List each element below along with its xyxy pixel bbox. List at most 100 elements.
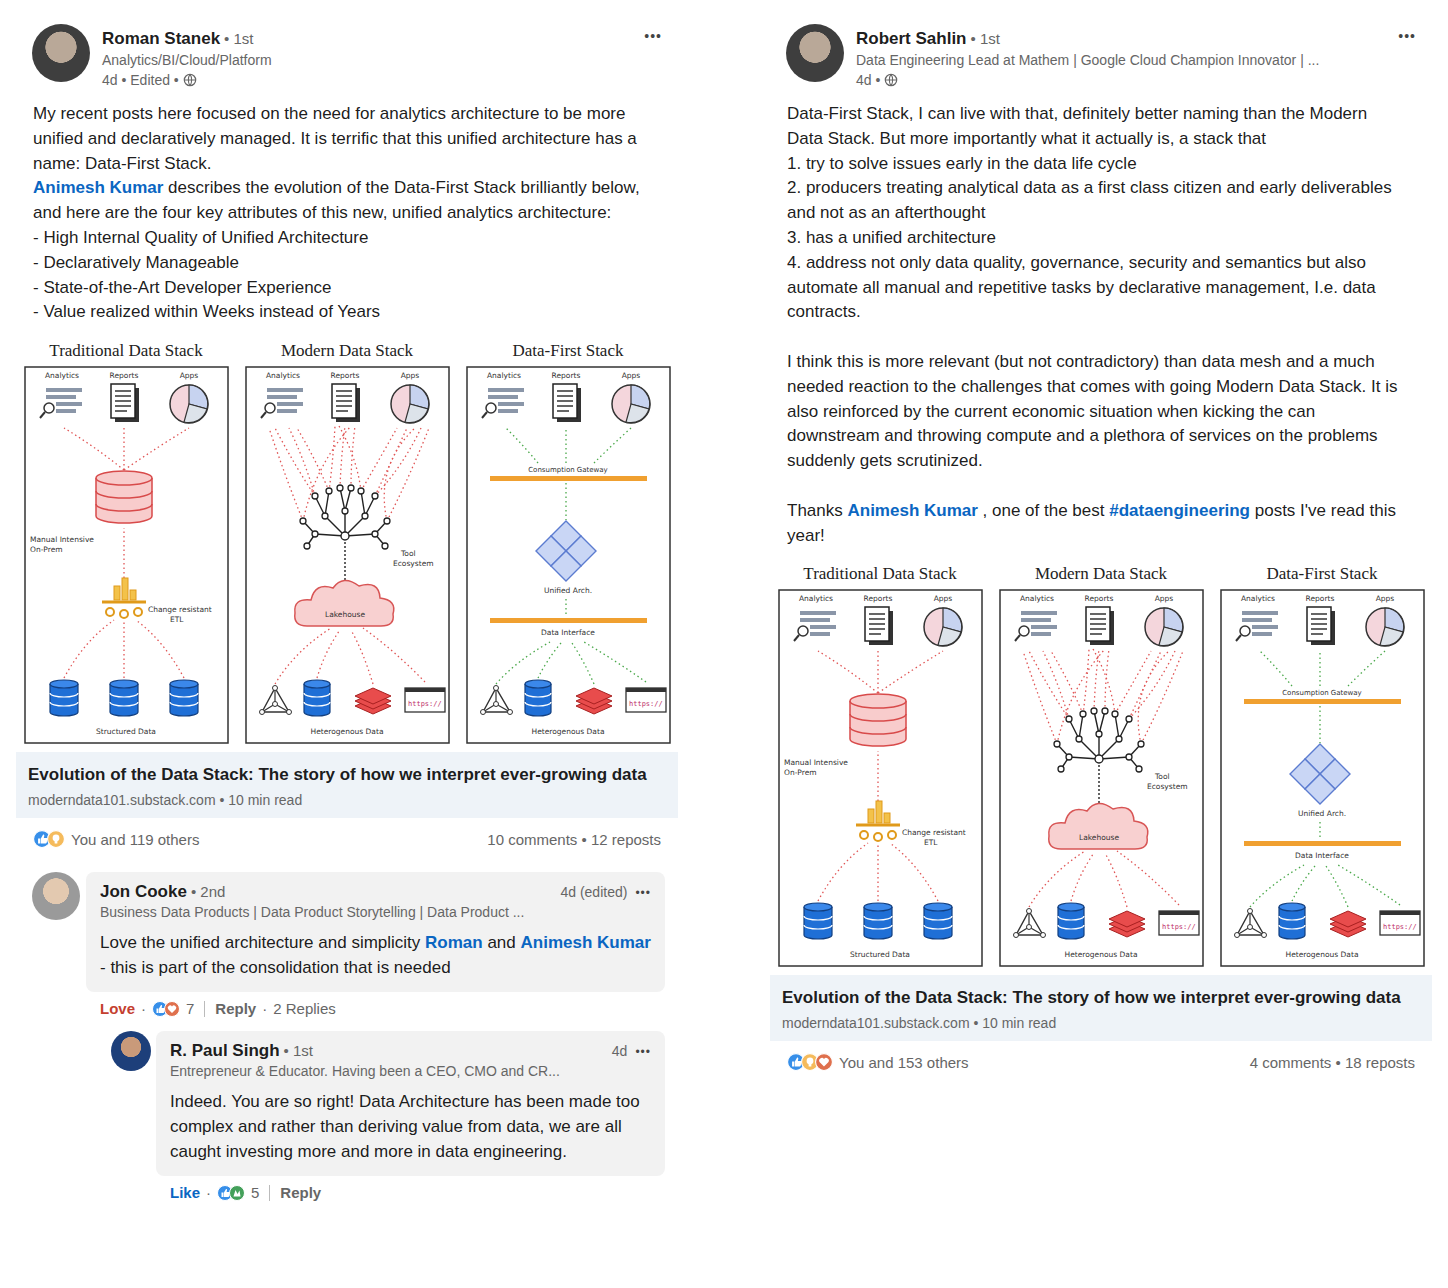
diagram-note: Consumption Gateway bbox=[1282, 689, 1362, 697]
lakehouse-cloud-icon: Lakehouse bbox=[294, 581, 393, 627]
comment-menu-button[interactable]: ••• bbox=[635, 886, 651, 900]
comment-bubble: Jon Cooke• 2nd4d (edited)•••Business Dat… bbox=[86, 872, 665, 992]
commenter-name[interactable]: R. Paul Singh bbox=[170, 1041, 280, 1060]
reaction-button[interactable]: Love bbox=[100, 1000, 135, 1017]
stack-diagram: AnalyticsReportsAppsToolEcosystemLakehou… bbox=[999, 589, 1204, 967]
consumer-label: Apps bbox=[933, 594, 952, 603]
mention-link[interactable]: #dataengineering bbox=[1109, 501, 1250, 520]
comment-time: 4d (edited) bbox=[560, 884, 627, 900]
apps-pie-icon bbox=[612, 385, 650, 423]
reaction-icons bbox=[152, 1001, 176, 1017]
insightful-reaction-icon bbox=[47, 830, 65, 848]
text-run: , one of the best bbox=[978, 501, 1109, 520]
mention-link[interactable]: Animesh Kumar bbox=[847, 501, 977, 520]
post-menu-button[interactable]: ••• bbox=[1398, 24, 1432, 44]
reaction-button[interactable]: Like bbox=[170, 1184, 200, 1201]
reports-icon bbox=[1086, 607, 1114, 645]
source-label: Heterogenous Data bbox=[531, 727, 604, 736]
layers-source-icon bbox=[1109, 911, 1145, 937]
database-source-icon bbox=[1279, 903, 1305, 939]
lakehouse-cloud-icon: Lakehouse bbox=[1048, 804, 1147, 850]
link-card[interactable]: Evolution of the Data Stack: The story o… bbox=[16, 752, 678, 818]
heterogenous-sources: https:// bbox=[1013, 903, 1199, 939]
separator: · bbox=[141, 1000, 146, 1017]
reaction-count[interactable]: 5 bbox=[251, 1184, 259, 1201]
apps-pie-icon bbox=[1145, 608, 1183, 646]
comment-menu-button[interactable]: ••• bbox=[635, 1045, 651, 1059]
comment-text: Indeed. You are so right! Data Architect… bbox=[170, 1089, 651, 1164]
reaction-icons bbox=[787, 1053, 829, 1071]
reports-icon bbox=[865, 607, 893, 645]
warehouse-database-icon bbox=[96, 471, 152, 523]
stack-diagram: AnalyticsReportsAppsManual IntensiveOn-P… bbox=[24, 366, 229, 744]
consumer-label: Reports bbox=[1305, 594, 1334, 603]
comment-repost-counts[interactable]: 10 comments • 12 reposts bbox=[487, 831, 661, 848]
author-name[interactable]: Robert Sahlin bbox=[856, 29, 967, 48]
consumer-label: Analytics bbox=[798, 594, 832, 603]
commenter-avatar[interactable] bbox=[32, 872, 80, 920]
commenter-name[interactable]: Jon Cooke bbox=[100, 882, 187, 901]
apps-pie-icon bbox=[170, 385, 208, 423]
divider bbox=[269, 1185, 270, 1201]
mention-link[interactable]: Animesh Kumar bbox=[521, 933, 651, 952]
etl-icon bbox=[856, 801, 900, 841]
analytics-icon bbox=[40, 388, 82, 418]
stack-diagram: AnalyticsReportsAppsManual IntensiveOn-P… bbox=[778, 589, 983, 967]
separator: · bbox=[262, 1000, 267, 1017]
structured-database-icon bbox=[110, 680, 138, 716]
post-menu-button[interactable]: ••• bbox=[644, 24, 678, 44]
modern-stack: ToolEcosystemLakehouse bbox=[269, 426, 434, 684]
author-avatar[interactable] bbox=[32, 24, 90, 82]
structured-database-icon bbox=[50, 680, 78, 716]
author-avatar[interactable] bbox=[786, 24, 844, 82]
reaction-count[interactable]: 7 bbox=[186, 1000, 194, 1017]
stack-panel: Modern Data StackAnalyticsReportsAppsToo… bbox=[997, 564, 1205, 967]
link-card[interactable]: Evolution of the Data Stack: The story o… bbox=[770, 975, 1432, 1041]
post-text-line: - High Internal Quality of Unified Archi… bbox=[33, 226, 648, 251]
reactions-summary[interactable]: You and 153 others bbox=[787, 1053, 969, 1071]
modern-stack: ToolEcosystemLakehouse bbox=[1023, 649, 1188, 907]
source-label: Heterogenous Data bbox=[1285, 950, 1358, 959]
post-image[interactable]: Traditional Data StackAnalyticsReportsAp… bbox=[16, 325, 678, 744]
consumer-label: Reports bbox=[863, 594, 892, 603]
analytics-icon bbox=[482, 388, 524, 418]
replier-avatar[interactable] bbox=[111, 1031, 151, 1071]
diagram-note: Unified Arch. bbox=[543, 586, 591, 595]
post-text-line: Data-First Stack, I can live with that, … bbox=[787, 102, 1402, 152]
comment-repost-counts[interactable]: 4 comments • 18 reposts bbox=[1250, 1054, 1415, 1071]
social-counts: You and 119 others 10 comments • 12 repos… bbox=[16, 818, 678, 848]
post-text-line: 2. producers treating analytical data as… bbox=[787, 176, 1402, 226]
reactions-summary[interactable]: You and 119 others bbox=[33, 830, 199, 848]
web-source-icon: https:// bbox=[1380, 911, 1420, 935]
graph-source-icon bbox=[480, 686, 512, 715]
post-image[interactable]: Traditional Data StackAnalyticsReportsAp… bbox=[770, 548, 1432, 967]
consumer-label: Reports bbox=[109, 371, 138, 380]
mention-link[interactable]: Roman bbox=[425, 933, 483, 952]
reply-button[interactable]: Reply bbox=[280, 1184, 321, 1201]
post-text-line: 1. try to solve issues early in the data… bbox=[787, 152, 1402, 177]
diagram-note: Tool bbox=[1154, 772, 1170, 781]
reply-button[interactable]: Reply bbox=[215, 1000, 256, 1017]
text-run: - this is part of the consolidation that… bbox=[100, 958, 451, 977]
reports-icon bbox=[332, 384, 360, 422]
mention-link[interactable]: Animesh Kumar bbox=[33, 178, 163, 197]
apps-pie-icon bbox=[391, 385, 429, 423]
panel-title: Traditional Data Stack bbox=[803, 564, 956, 589]
link-source: moderndata101.substack.com • 10 min read bbox=[782, 1015, 1420, 1031]
flow-lines bbox=[496, 428, 646, 684]
diagram-note: Change resistant bbox=[148, 605, 212, 614]
replies-count[interactable]: 2 Replies bbox=[273, 1000, 336, 1017]
consumer-label: Analytics bbox=[486, 371, 520, 380]
text-run: Data-First Stack, I can live with that, … bbox=[787, 104, 1367, 148]
link-source: moderndata101.substack.com • 10 min read bbox=[28, 792, 666, 808]
diagram-note: Consumption Gateway bbox=[528, 466, 608, 474]
author-name[interactable]: Roman Stanek bbox=[102, 29, 220, 48]
connection-degree: • 2nd bbox=[191, 883, 225, 900]
link-title[interactable]: Evolution of the Data Stack: The story o… bbox=[28, 764, 666, 786]
stack-panel: Data-First StackAnalyticsReportsAppsCons… bbox=[464, 341, 672, 744]
link-title[interactable]: Evolution of the Data Stack: The story o… bbox=[782, 987, 1420, 1009]
author-headline: Data Engineering Lead at Mathem | Google… bbox=[856, 50, 1386, 70]
feed-post: Robert Sahlin• 1stData Engineering Lead … bbox=[770, 0, 1432, 1288]
